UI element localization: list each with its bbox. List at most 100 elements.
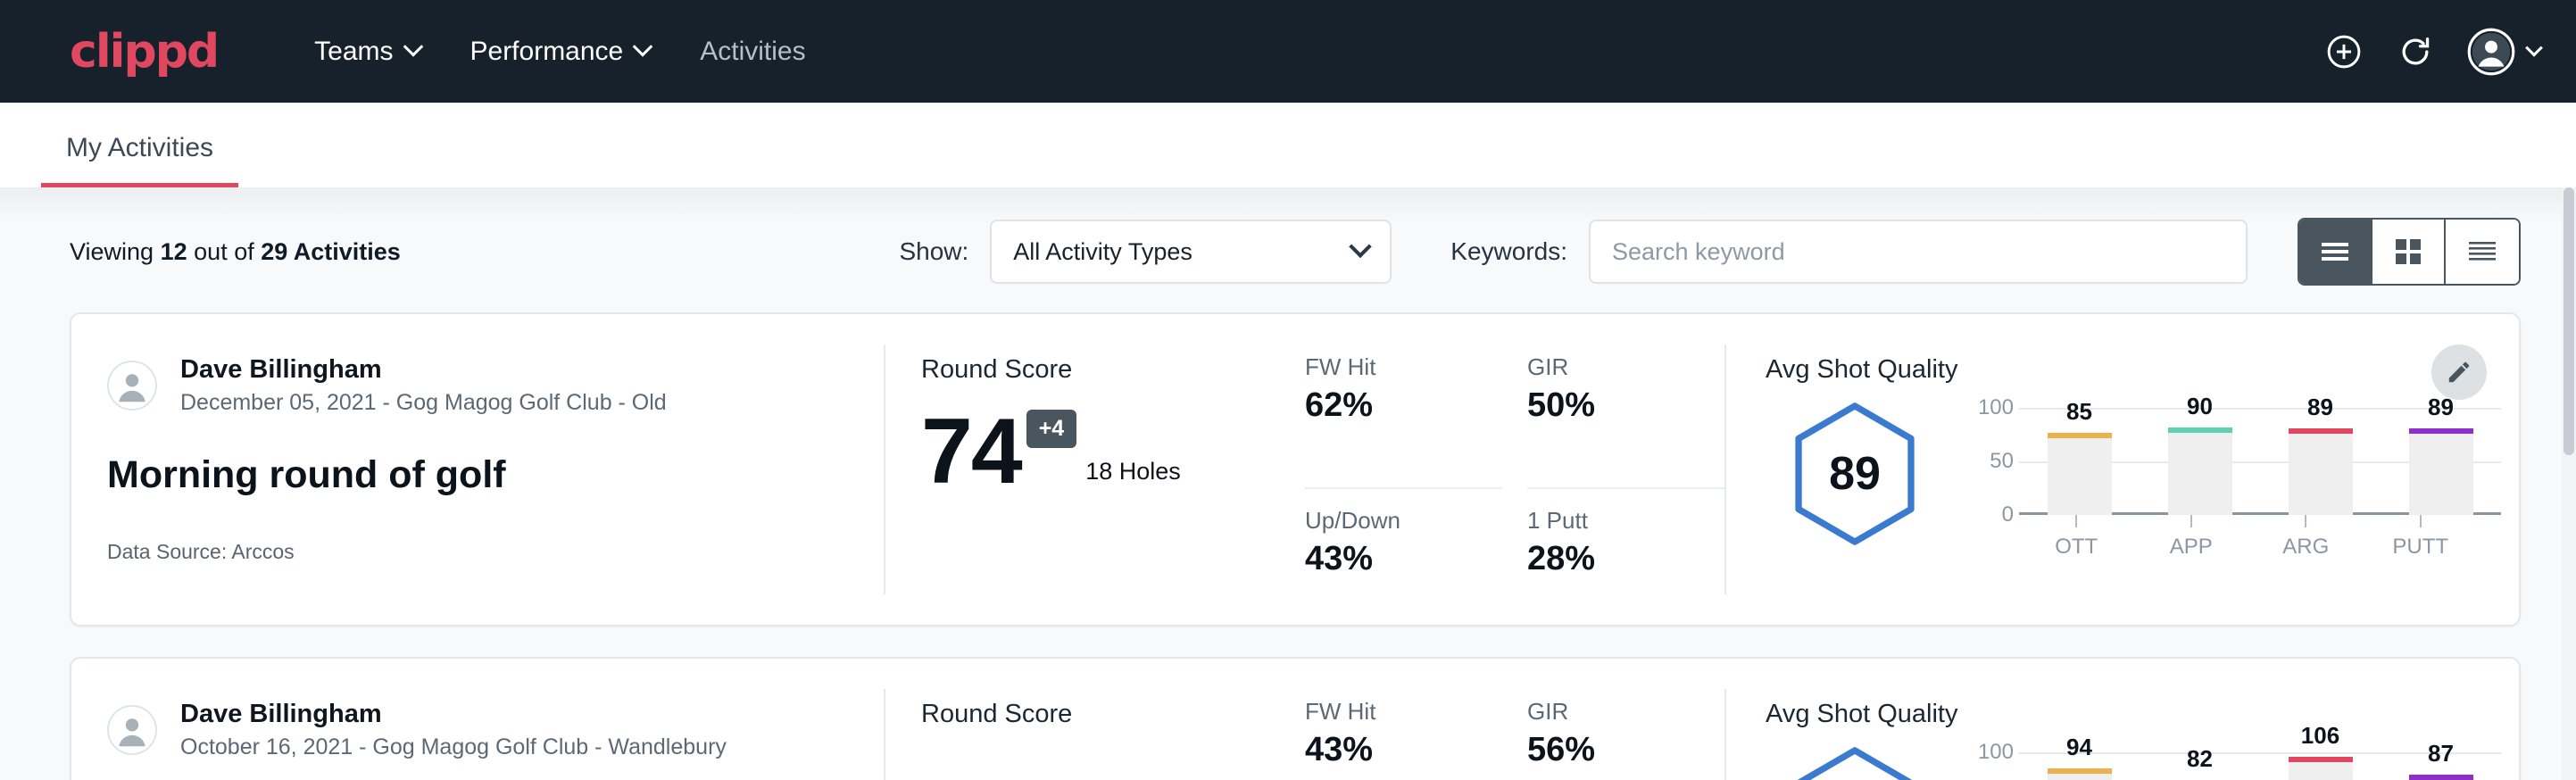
data-source: Data Source: Arccos bbox=[107, 540, 848, 564]
nav-item-performance[interactable]: Performance bbox=[445, 22, 676, 81]
quality-body: 89 100 50 0 bbox=[1766, 395, 2519, 560]
activity-type-select[interactable]: All Activity Types bbox=[990, 220, 1392, 284]
filter-toolbar: Viewing 12 out of 29 Activities Show: Al… bbox=[0, 187, 2576, 312]
activity-type-value: All Activity Types bbox=[1013, 238, 1352, 266]
y-tick: 100 bbox=[1978, 740, 2014, 765]
bar-cap bbox=[2168, 427, 2232, 433]
bar-ott[interactable]: 85 bbox=[2048, 408, 2112, 515]
y-tick: 100 bbox=[1978, 395, 2014, 420]
person-text: Dave Billingham October 16, 2021 - Gog M… bbox=[180, 700, 727, 760]
bar-arg[interactable]: 106 bbox=[2289, 752, 2353, 780]
stat-gir: GIR 50% bbox=[1527, 353, 1724, 489]
show-label: Show: bbox=[899, 237, 968, 266]
stat-label: GIR bbox=[1527, 353, 1699, 381]
bar-arg[interactable]: 89 bbox=[2289, 408, 2353, 515]
round-score-section: Round Score bbox=[885, 659, 1305, 780]
account-circle-icon bbox=[2467, 28, 2515, 76]
compact-view-icon bbox=[2467, 240, 2497, 263]
bar-ott[interactable]: 94 bbox=[2048, 752, 2112, 780]
round-stats: FW Hit 43% GIR 56% bbox=[1305, 659, 1724, 780]
bar-cap bbox=[2409, 428, 2473, 434]
grid-view-button[interactable] bbox=[2372, 220, 2446, 284]
person-row: Dave Billingham October 16, 2021 - Gog M… bbox=[107, 700, 848, 760]
round-stats: FW Hit 62% GIR 50% Up/Down 43% 1 Putt 28… bbox=[1305, 314, 1724, 625]
tab-my-activities[interactable]: My Activities bbox=[41, 133, 238, 187]
edit-activity-button[interactable] bbox=[2431, 344, 2487, 400]
chart-bars: 94 82 bbox=[2019, 752, 2501, 780]
stat-label: Up/Down bbox=[1305, 507, 1477, 535]
stat-value: 50% bbox=[1527, 386, 1699, 425]
avg-shot-quality-label: Avg Shot Quality bbox=[1766, 355, 2519, 385]
quality-score bbox=[1789, 745, 1921, 780]
scrollbar-thumb[interactable] bbox=[2564, 187, 2574, 455]
quality-score: 89 bbox=[1789, 401, 1921, 547]
nav-item-performance-label: Performance bbox=[470, 37, 624, 67]
nav-item-teams[interactable]: Teams bbox=[289, 22, 445, 81]
bar-app[interactable]: 90 bbox=[2168, 408, 2232, 515]
x-label-app: APP bbox=[2159, 535, 2223, 560]
page-scrollbar[interactable] bbox=[2562, 187, 2576, 780]
chevron-down-icon bbox=[1350, 236, 1372, 258]
chart-bars: 85 90 bbox=[2019, 408, 2501, 515]
stat-label: GIR bbox=[1527, 698, 1699, 726]
score-to-par-badge: +4 bbox=[1026, 410, 1077, 448]
stat-label: FW Hit bbox=[1305, 353, 1477, 381]
activity-card-list: Dave Billingham December 05, 2021 - Gog … bbox=[0, 312, 2576, 780]
chevron-down-icon bbox=[2525, 38, 2543, 56]
list-view-icon bbox=[2320, 240, 2350, 263]
round-score-row: 74 +4 18 Holes bbox=[921, 390, 1305, 500]
pencil-icon bbox=[2446, 359, 2472, 386]
person-row: Dave Billingham December 05, 2021 - Gog … bbox=[107, 355, 848, 416]
x-tick bbox=[2159, 515, 2223, 527]
quality-chart-wrap: 100 50 0 bbox=[1944, 740, 2519, 780]
quality-hexagon bbox=[1789, 745, 1921, 780]
x-tick bbox=[2044, 515, 2108, 527]
nav-item-activities[interactable]: Activities bbox=[675, 22, 830, 81]
avg-shot-quality-section: Avg Shot Quality 100 bbox=[1726, 659, 2519, 780]
list-view-button[interactable] bbox=[2299, 220, 2372, 284]
chevron-down-icon bbox=[633, 37, 653, 57]
activity-info: Dave Billingham October 16, 2021 - Gog M… bbox=[71, 659, 884, 780]
stat-one-putt: 1 Putt 28% bbox=[1527, 489, 1724, 625]
bar-app[interactable]: 82 bbox=[2168, 752, 2232, 780]
quality-body: 100 50 0 bbox=[1766, 740, 2519, 780]
search-input[interactable] bbox=[1589, 220, 2248, 284]
activity-card[interactable]: Dave Billingham October 16, 2021 - Gog M… bbox=[70, 657, 2521, 780]
viewing-count-text: Viewing 12 out of 29 Activities bbox=[70, 238, 401, 266]
app-logo[interactable]: clippd bbox=[70, 25, 218, 79]
stat-gir: GIR 56% bbox=[1527, 698, 1724, 780]
avg-shot-quality-label: Avg Shot Quality bbox=[1766, 700, 2519, 729]
viewing-prefix: Viewing bbox=[70, 238, 154, 265]
chart-plot-area: 85 90 bbox=[2019, 408, 2501, 515]
refresh-icon[interactable] bbox=[2396, 32, 2435, 71]
stat-value: 43% bbox=[1305, 731, 1477, 769]
bar-value: 90 bbox=[2187, 393, 2213, 420]
holes-played: 18 Holes bbox=[1085, 458, 1181, 485]
user-menu[interactable] bbox=[2467, 28, 2540, 76]
quality-hexagon: 89 bbox=[1789, 401, 1921, 547]
round-score-label: Round Score bbox=[921, 355, 1305, 385]
compact-view-button[interactable] bbox=[2446, 220, 2519, 284]
bar-value: 87 bbox=[2428, 740, 2454, 768]
shot-quality-chart: 100 50 0 bbox=[1944, 740, 2519, 780]
bar-value: 85 bbox=[2066, 398, 2092, 426]
bar-putt[interactable]: 87 bbox=[2409, 752, 2473, 780]
shot-quality-chart: 100 50 0 bbox=[1944, 395, 2519, 515]
bar-value: 82 bbox=[2187, 745, 2213, 773]
plus-circle-icon[interactable] bbox=[2324, 32, 2364, 71]
stat-label: FW Hit bbox=[1305, 698, 1477, 726]
bar-cap bbox=[2409, 775, 2473, 780]
chart-y-axis: 100 50 0 bbox=[1967, 752, 2019, 780]
stat-value: 43% bbox=[1305, 540, 1477, 578]
x-label-arg: ARG bbox=[2273, 535, 2338, 560]
x-tick bbox=[2389, 515, 2453, 527]
stat-fw-hit: FW Hit 62% bbox=[1305, 353, 1502, 489]
person-text: Dave Billingham December 05, 2021 - Gog … bbox=[180, 355, 667, 416]
chart-x-labels: OTT APP ARG PUTT bbox=[2019, 535, 2478, 560]
avatar bbox=[107, 705, 157, 755]
stat-label: 1 Putt bbox=[1527, 507, 1699, 535]
stat-up-down: Up/Down 43% bbox=[1305, 489, 1502, 625]
activity-card[interactable]: Dave Billingham December 05, 2021 - Gog … bbox=[70, 312, 2521, 626]
round-score-section: Round Score 74 +4 18 Holes bbox=[885, 314, 1305, 625]
bar-putt[interactable]: 89 bbox=[2409, 408, 2473, 515]
